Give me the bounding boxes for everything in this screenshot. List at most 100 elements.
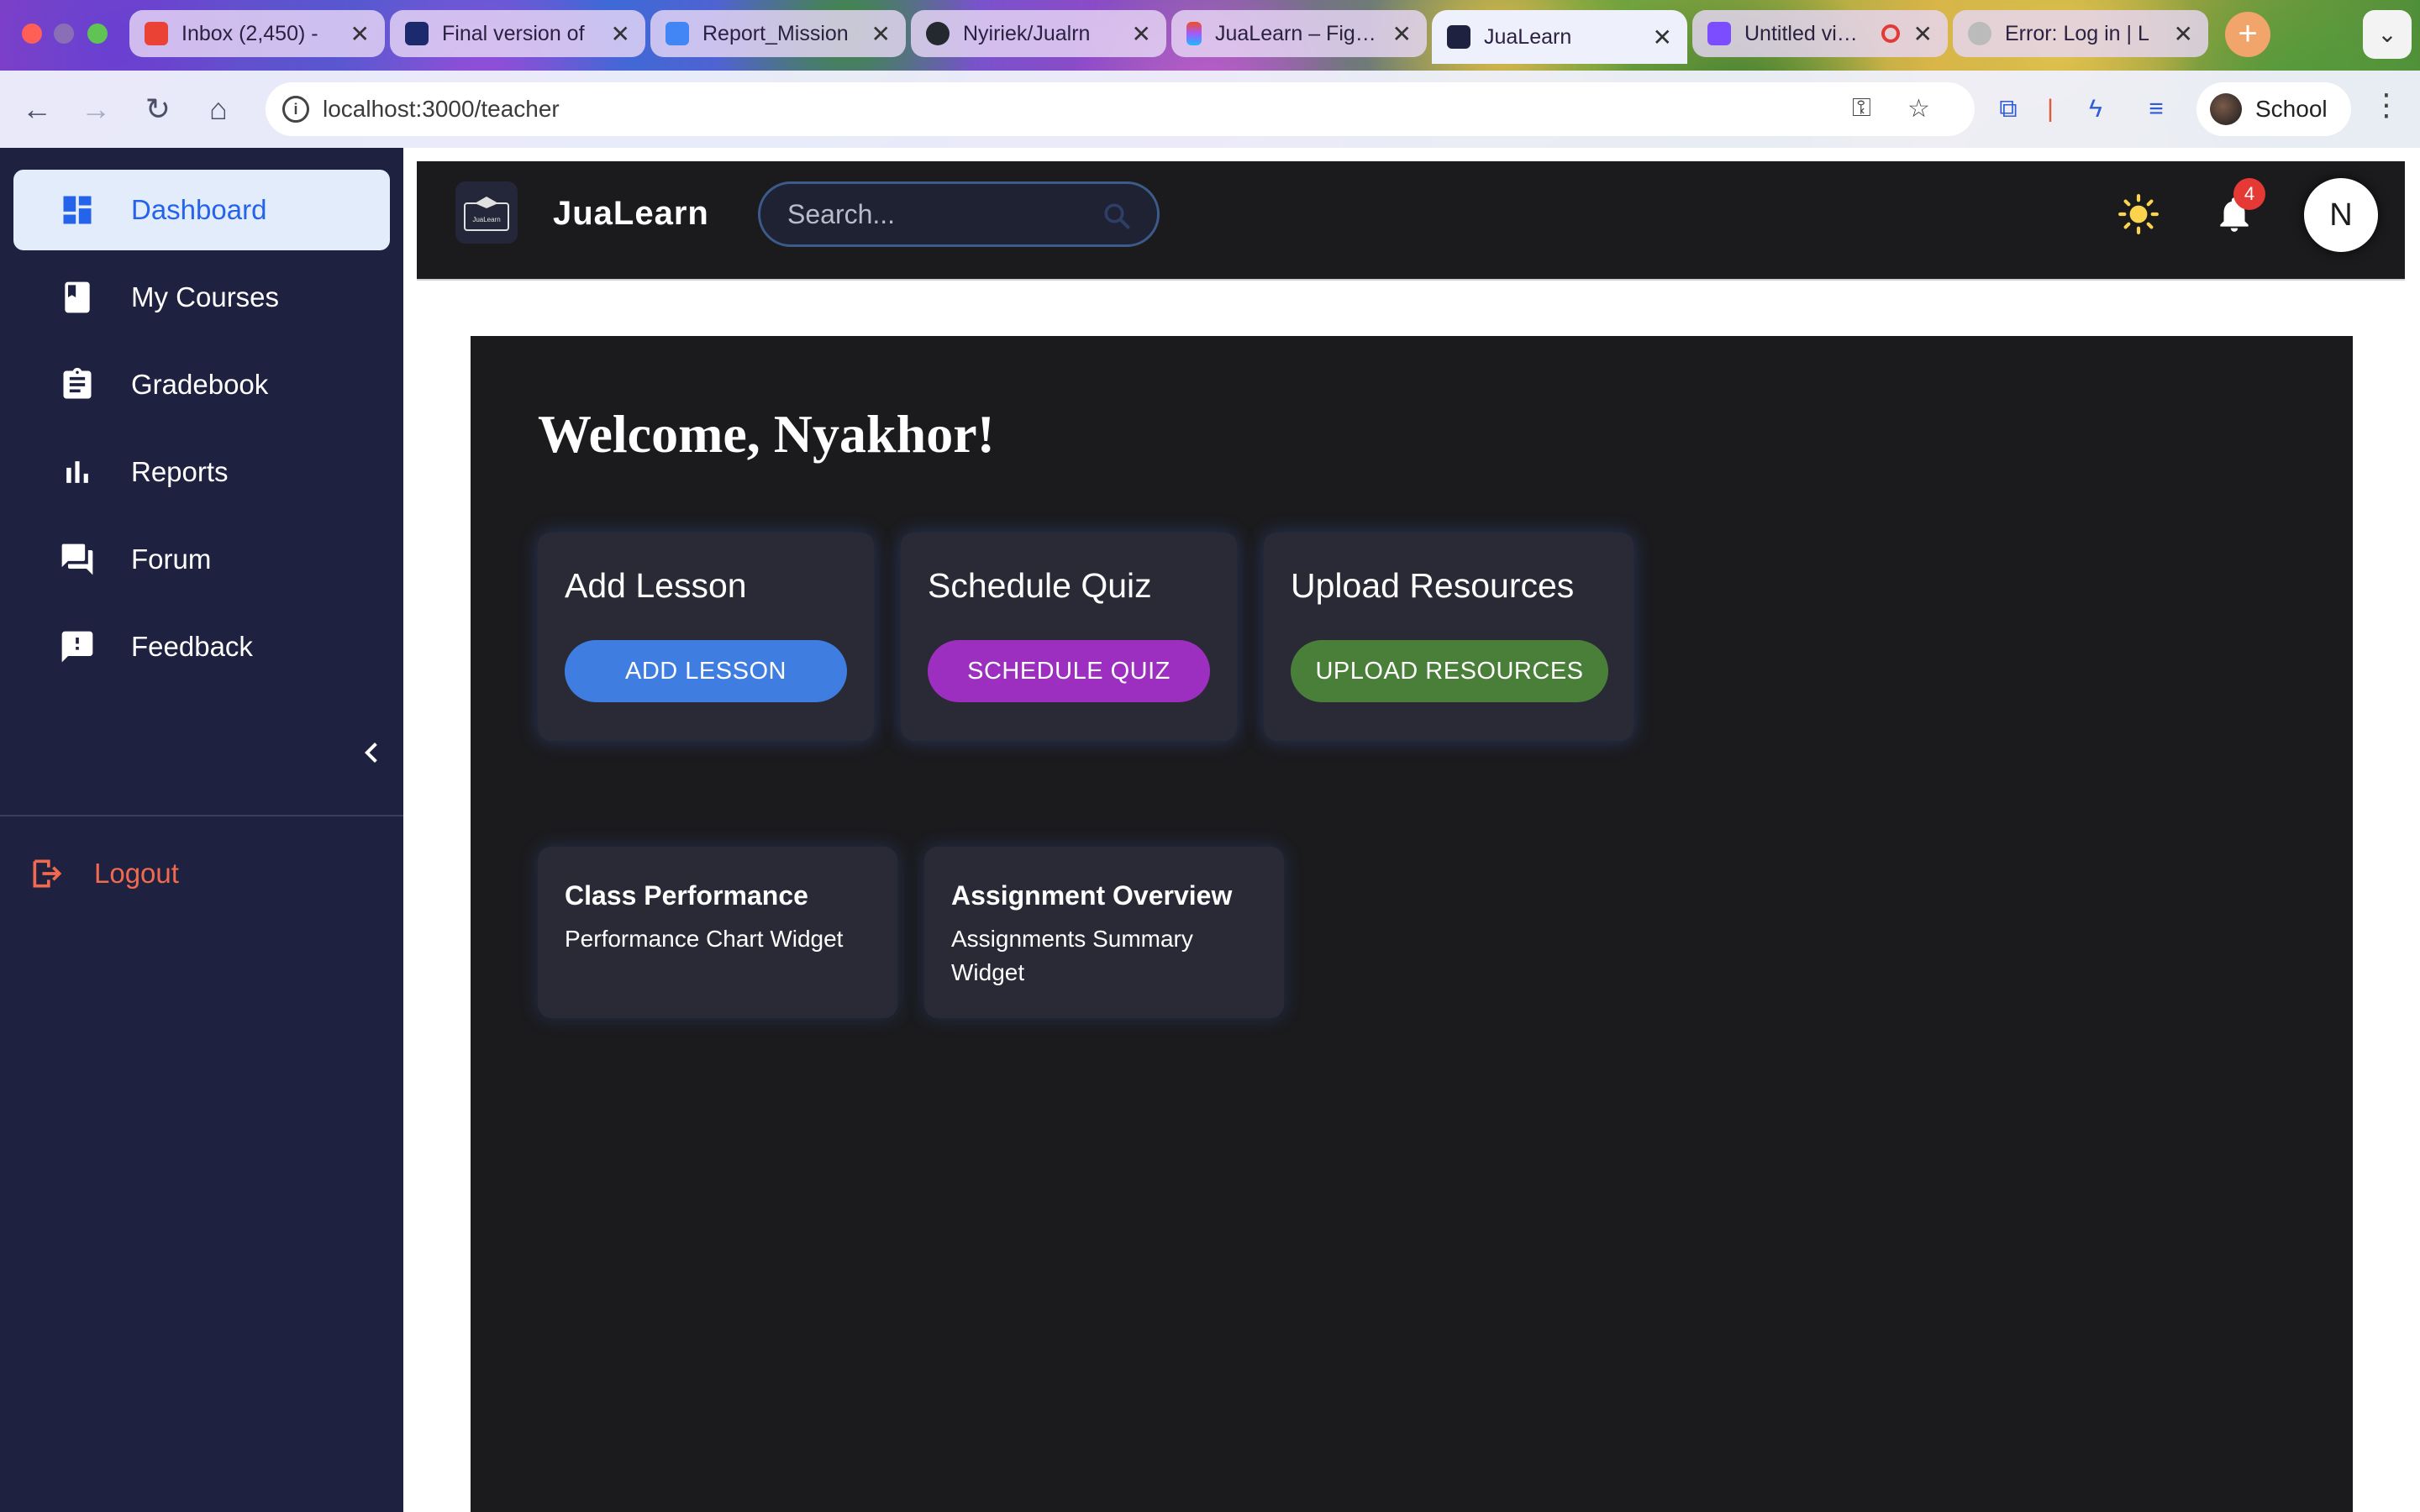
extension-bolt-icon[interactable]: ϟ — [2079, 92, 2112, 126]
widget-subtitle: Performance Chart Widget — [565, 926, 844, 952]
address-bar[interactable]: i localhost:3000/teacher ⚿ ☆ — [266, 82, 1975, 136]
home-icon[interactable]: ⌂ — [198, 89, 239, 129]
brand-name: JuaLearn — [553, 195, 709, 232]
close-tab-icon[interactable]: ✕ — [1913, 20, 1933, 48]
sidebar-item-label: My Courses — [131, 281, 280, 312]
widget-subtitle: Assignments Summary Widget — [951, 926, 1193, 985]
logout-icon — [33, 859, 62, 888]
theme-toggle-sun-icon[interactable] — [2118, 193, 2160, 235]
bar-chart-icon — [59, 454, 96, 491]
logout-label: Logout — [94, 858, 179, 889]
close-tab-icon[interactable]: ✕ — [2174, 20, 2193, 48]
back-icon[interactable]: ← — [17, 89, 57, 129]
sidebar-item-label: Reports — [131, 456, 229, 487]
profile-button[interactable]: School — [2196, 82, 2351, 136]
profile-name: School — [2255, 96, 2328, 122]
reload-icon[interactable]: ↻ — [138, 89, 178, 129]
sidebar-item-dashboard[interactable]: Dashboard — [13, 170, 390, 250]
forum-icon — [59, 541, 96, 578]
tab-search-button[interactable]: ⌄ — [2363, 10, 2412, 59]
google-docs-icon — [666, 22, 689, 45]
close-tab-icon[interactable]: ✕ — [350, 20, 370, 48]
tab-label: Nyiriek/Jualrn — [963, 21, 1091, 45]
schedule-quiz-card: Schedule Quiz SCHEDULE QUIZ — [901, 533, 1237, 741]
browser-toolbar: ← → ↻ ⌂ i localhost:3000/teacher ⚿ ☆ ⧉ |… — [0, 71, 2420, 148]
graduation-cap-logo-icon: JuaLearn — [464, 197, 509, 231]
upload-resources-button[interactable]: UPLOAD RESOURCES — [1291, 640, 1608, 702]
extension-icon[interactable]: ⧉ — [1991, 92, 2025, 126]
close-window-button[interactable] — [22, 24, 42, 44]
globe-icon — [1968, 22, 1991, 45]
sidebar-item-my-courses[interactable]: My Courses — [13, 257, 390, 338]
browser-tab[interactable]: JuaLearn – Figma ✕ — [1171, 10, 1427, 57]
app-area: JuaLearn JuaLearn 4 N Welcome, Nyakhor! … — [403, 148, 2420, 1512]
welcome-heading: Welcome, Nyakhor! — [538, 404, 995, 464]
password-key-icon[interactable]: ⚿ — [1852, 94, 1871, 123]
close-tab-icon[interactable]: ✕ — [611, 20, 630, 48]
sidebar-item-forum[interactable]: Forum — [13, 519, 390, 600]
video-icon — [1707, 22, 1731, 45]
card-title: Upload Resources — [1291, 566, 1575, 605]
schedule-quiz-button[interactable]: SCHEDULE QUIZ — [928, 640, 1210, 702]
search-input[interactable] — [787, 198, 1073, 230]
browser-menu-icon[interactable]: ⋮ — [2371, 87, 2402, 123]
search-icon[interactable] — [1102, 201, 1132, 231]
close-tab-icon[interactable]: ✕ — [871, 20, 891, 48]
logout-button[interactable]: Logout — [29, 855, 179, 892]
widget-title: Assignment Overview — [951, 880, 1233, 911]
tab-label: Untitled video — [1744, 21, 1868, 45]
reading-list-icon[interactable]: ≡ — [2139, 92, 2173, 126]
dashboard-panel: Welcome, Nyakhor! Add Lesson ADD LESSON … — [471, 336, 2353, 1512]
search-box[interactable] — [758, 181, 1160, 247]
jualearn-icon — [1447, 25, 1470, 49]
collapse-sidebar-button[interactable] — [351, 732, 392, 773]
user-avatar[interactable]: N — [2304, 178, 2378, 252]
tab-strip: Inbox (2,450) - ✕ Final version of ✕ Rep… — [129, 10, 2208, 64]
sidebar-divider — [0, 815, 403, 816]
svg-text:JuaLearn: JuaLearn — [472, 216, 500, 223]
book-icon — [59, 279, 96, 316]
forward-icon[interactable]: → — [76, 89, 116, 129]
tab-label: Final version of — [442, 21, 585, 45]
url-text: localhost:3000/teacher — [323, 96, 560, 122]
new-tab-button[interactable]: + — [2225, 12, 2270, 57]
browser-tab[interactable]: Report_Mission ✕ — [650, 10, 906, 57]
minimize-window-button[interactable] — [54, 24, 74, 44]
upload-resources-card: Upload Resources UPLOAD RESOURCES — [1264, 533, 1634, 741]
browser-tab[interactable]: Final version of ✕ — [390, 10, 645, 57]
site-info-icon[interactable]: i — [282, 96, 309, 123]
feedback-icon — [59, 628, 96, 665]
add-lesson-card: Add Lesson ADD LESSON — [538, 533, 874, 741]
bookmark-star-icon[interactable]: ☆ — [1907, 94, 1930, 123]
browser-tab[interactable]: Error: Log in | L ✕ — [1953, 10, 2208, 57]
add-lesson-button[interactable]: ADD LESSON — [565, 640, 847, 702]
sidebar-item-feedback[interactable]: Feedback — [13, 606, 390, 687]
close-tab-icon[interactable]: ✕ — [1392, 20, 1412, 48]
sidebar: Dashboard My Courses Gradebook Reports F… — [0, 148, 403, 1512]
tab-label: JuaLearn – Figma — [1215, 21, 1379, 45]
gmail-icon — [145, 22, 168, 45]
maximize-window-button[interactable] — [87, 24, 108, 44]
assignment-overview-widget: Assignment Overview Assignments Summary … — [924, 847, 1284, 1018]
recording-icon — [1881, 24, 1900, 43]
sidebar-item-label: Gradebook — [131, 369, 269, 400]
notification-count-badge: 4 — [2233, 178, 2265, 210]
extension-divider-icon: | — [2047, 95, 2054, 123]
close-tab-icon[interactable]: ✕ — [1653, 24, 1672, 51]
close-tab-icon[interactable]: ✕ — [1132, 20, 1151, 48]
figma-icon — [1186, 22, 1202, 45]
browser-tab[interactable]: Inbox (2,450) - ✕ — [129, 10, 385, 57]
tab-label: Report_Mission — [702, 21, 849, 45]
browser-tab[interactable]: Untitled video ✕ — [1692, 10, 1948, 57]
browser-tab-active[interactable]: JuaLearn ✕ — [1432, 10, 1687, 64]
app-logo[interactable]: JuaLearn — [455, 181, 518, 244]
chevron-left-icon — [365, 743, 377, 763]
class-performance-widget: Class Performance Performance Chart Widg… — [538, 847, 897, 1018]
card-title: Add Lesson — [565, 566, 747, 605]
browser-tab[interactable]: Nyiriek/Jualrn ✕ — [911, 10, 1166, 57]
sidebar-item-label: Dashboard — [131, 194, 267, 225]
app-header: JuaLearn JuaLearn 4 N — [417, 161, 2405, 281]
dashboard-icon — [59, 192, 96, 228]
sidebar-item-reports[interactable]: Reports — [13, 432, 390, 512]
sidebar-item-gradebook[interactable]: Gradebook — [13, 344, 390, 425]
